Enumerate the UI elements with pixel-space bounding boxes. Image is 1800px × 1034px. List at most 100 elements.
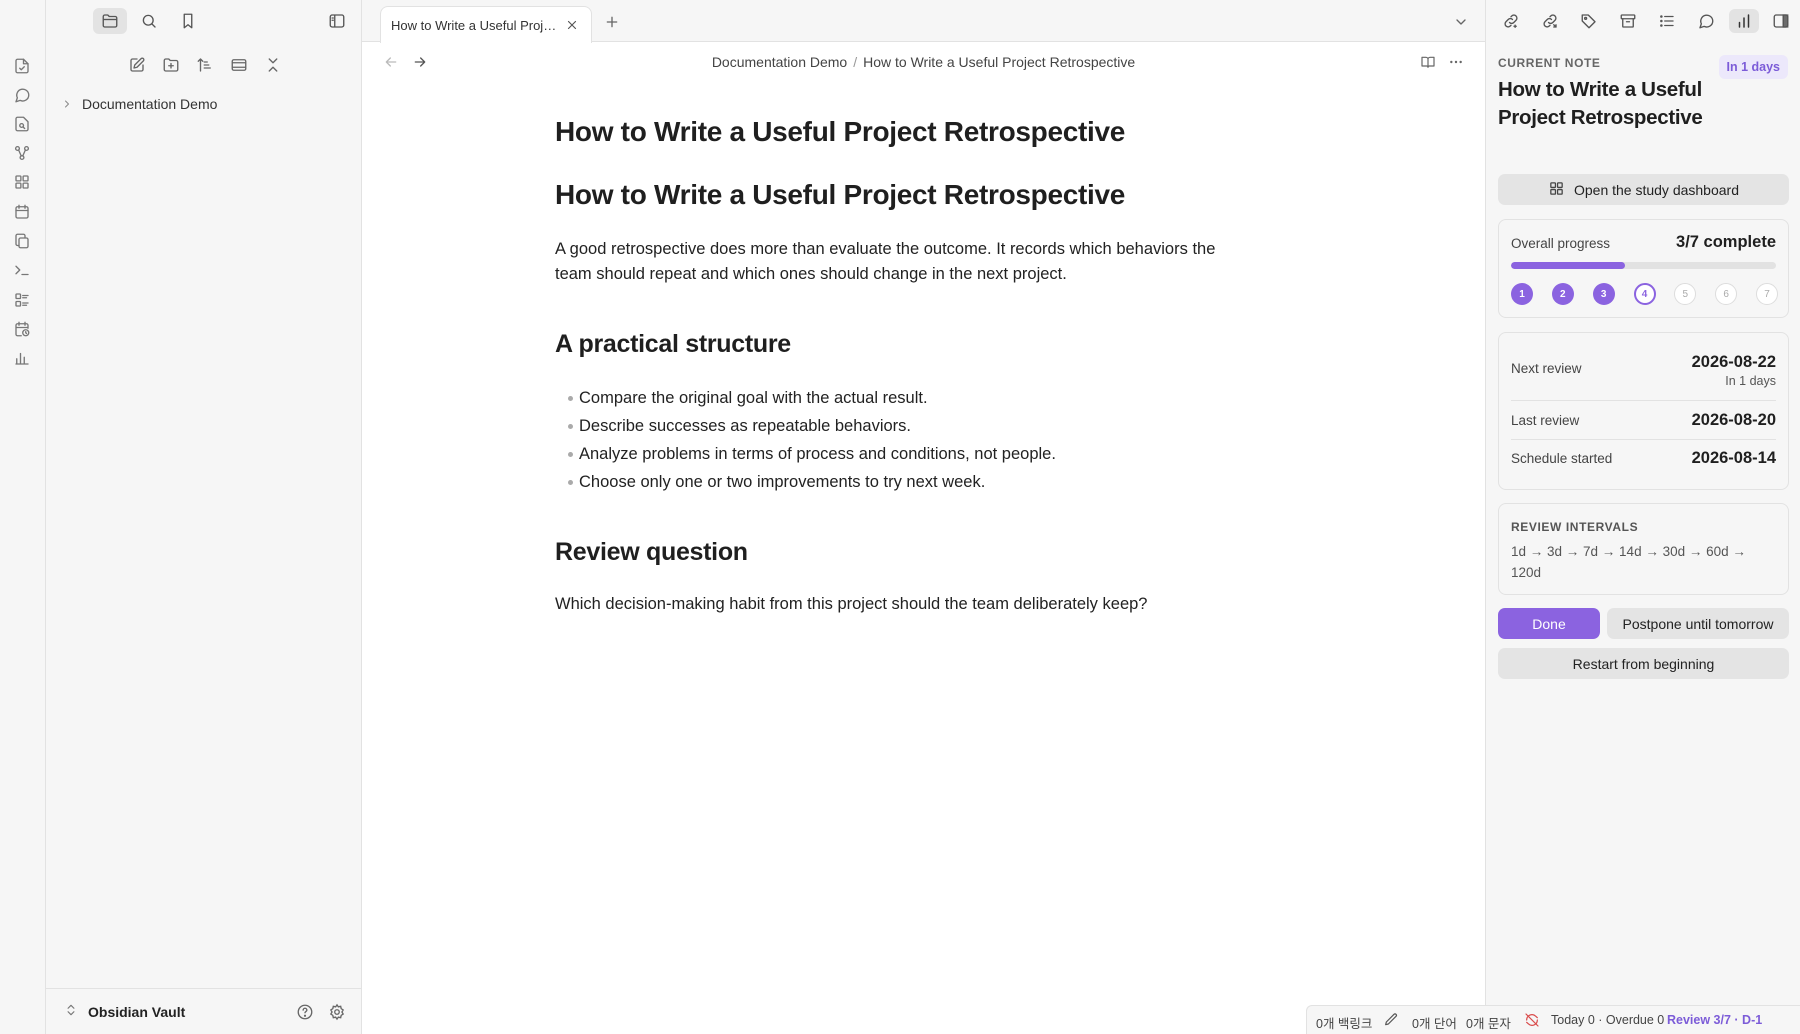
chevron-down-icon[interactable] [1451, 12, 1471, 32]
heading-review-question: Review question [555, 538, 748, 566]
right-sidebar-toggle-icon[interactable] [1766, 9, 1796, 33]
copy-icon[interactable] [12, 231, 32, 251]
graph-icon[interactable] [12, 143, 32, 163]
editor-area: How to Write a Useful Project Retrospect… [362, 0, 1485, 1034]
progress-steps: 1234567 [1511, 283, 1778, 305]
next-review-relative: In 1 days [1725, 374, 1776, 388]
vault-switcher[interactable]: Obsidian Vault [64, 1003, 185, 1020]
intro-paragraph: A good retrospective does more than eval… [555, 237, 1255, 287]
progress-label: Overall progress [1511, 236, 1611, 251]
current-note-title: How to Write a Useful Project Retrospect… [1498, 78, 1703, 129]
inline-title[interactable]: How to Write a Useful Project Retrospect… [555, 116, 1125, 148]
calendar-icon[interactable] [12, 202, 32, 222]
right-sidebar-tabs [1486, 0, 1800, 42]
last-review-date: 2026-08-20 [1691, 411, 1776, 429]
today-overdue-status: Today 0 · Overdue 0 [1551, 1013, 1665, 1027]
daily-note-icon[interactable] [12, 56, 32, 76]
list-checks-icon[interactable] [12, 290, 32, 310]
search-icon[interactable] [132, 8, 166, 34]
tags-icon[interactable] [1574, 9, 1604, 33]
archive-icon[interactable] [1613, 9, 1643, 33]
layout-grid-icon[interactable] [12, 172, 32, 192]
comment-icon[interactable] [1691, 9, 1721, 33]
vault-name: Obsidian Vault [88, 1003, 186, 1020]
restart-from-beginning-button[interactable]: Restart from beginning [1498, 648, 1789, 679]
help-icon[interactable] [294, 1001, 316, 1023]
tree-folder-label: Documentation Demo [82, 96, 218, 112]
progress-step: 3 [1592, 283, 1615, 305]
intro-line-2: team should repeat and which ones should… [555, 265, 1067, 283]
schedule-started-label: Schedule started [1511, 451, 1613, 466]
sidebar-footer: Obsidian Vault [46, 988, 361, 1034]
sort-icon[interactable] [192, 52, 218, 78]
review-stats-chart-icon[interactable] [1729, 9, 1759, 33]
new-tab-plus-icon[interactable] [602, 12, 622, 32]
progress-value: 3/7 complete [1676, 233, 1776, 251]
due-badge: In 1 days [1718, 55, 1788, 79]
dashboard-grid-icon [1548, 180, 1565, 200]
progress-step: 2 [1551, 283, 1574, 305]
status-bar: 0개 백링크 0개 단어 0개 문자 Today 0 · Overdue 0 R… [1306, 1005, 1800, 1034]
open-study-dashboard-button[interactable]: Open the study dashboard [1498, 174, 1789, 205]
tab-bar: How to Write a Useful Project Retrospect… [362, 0, 1485, 43]
edit-pencil-icon[interactable] [1383, 1012, 1399, 1028]
bar-chart-icon[interactable] [12, 348, 32, 368]
chevron-right-icon [60, 97, 74, 111]
last-review-row: Last review 2026-08-20 [1511, 411, 1776, 430]
chat-icon[interactable] [12, 85, 32, 105]
review-question-paragraph: Which decision-making habit from this pr… [555, 595, 1148, 613]
last-review-label: Last review [1511, 413, 1580, 428]
note-tab[interactable]: How to Write a Useful Project Retrospect… [380, 6, 592, 43]
reading-view-book-icon[interactable] [1418, 52, 1438, 72]
review-sidebar: CURRENT NOTE In 1 days How to Write a Us… [1485, 0, 1800, 1034]
calendar-clock-icon[interactable] [12, 319, 32, 339]
backlink-count[interactable]: 0개 백링크 [1316, 1013, 1372, 1032]
terminal-icon[interactable] [12, 260, 32, 280]
collapse-all-icon[interactable] [260, 52, 286, 78]
current-note-label: CURRENT NOTE [1498, 56, 1601, 70]
heading-practical-structure: A practical structure [555, 330, 791, 358]
breadcrumb-note[interactable]: How to Write a Useful Project Retrospect… [863, 54, 1135, 70]
ribbon [0, 0, 46, 1034]
more-options-icon[interactable] [1446, 52, 1466, 72]
list-item: Choose only one or two improvements to t… [555, 468, 1056, 496]
backlinks-icon[interactable] [1496, 9, 1526, 33]
progress-step: 4 [1633, 283, 1656, 305]
character-count: 0개 문자 [1466, 1017, 1511, 1031]
progress-step: 1 [1511, 283, 1533, 305]
next-review-date: 2026-08-22 [1691, 353, 1776, 371]
tree-folder-documentation-demo[interactable]: Documentation Demo [60, 92, 217, 116]
folder-icon[interactable] [93, 8, 127, 34]
progress-bar [1511, 262, 1776, 269]
auto-reveal-icon[interactable] [226, 52, 252, 78]
schedule-started-row: Schedule started 2026-08-14 [1511, 449, 1776, 468]
breadcrumb-folder[interactable]: Documentation Demo [712, 54, 847, 70]
new-note-icon[interactable] [124, 52, 150, 78]
postpone-button[interactable]: Postpone until tomorrow [1607, 608, 1789, 639]
breadcrumb: Documentation Demo / How to Write a Useful… [362, 54, 1485, 70]
breadcrumb-separator: / [853, 54, 858, 70]
schedule-started-date: 2026-08-14 [1691, 449, 1776, 467]
outline-list-icon[interactable] [1652, 9, 1682, 33]
progress-step: 6 [1715, 283, 1738, 305]
heading-1: How to Write a Useful Project Retrospect… [555, 179, 1126, 210]
restart-label: Restart from beginning [1572, 655, 1715, 672]
close-icon[interactable] [563, 16, 581, 34]
bookmark-icon[interactable] [171, 8, 205, 34]
outgoing-links-icon[interactable] [1535, 9, 1565, 33]
sidebar-toggle-icon[interactable] [320, 8, 354, 34]
settings-gear-icon[interactable] [326, 1001, 348, 1023]
open-study-dashboard-label: Open the study dashboard [1573, 181, 1739, 198]
new-folder-icon[interactable] [158, 52, 184, 78]
chevron-up-down-icon [64, 1003, 78, 1020]
progress-bar-fill [1511, 262, 1625, 269]
sync-error-icon[interactable] [1524, 1012, 1540, 1028]
file-search-icon[interactable] [12, 114, 32, 134]
structure-bullet-list: Compare the original goal with the actua… [555, 384, 1056, 496]
review-status[interactable]: Review 3/7 · D-1 [1667, 1013, 1762, 1027]
progress-step: 7 [1756, 283, 1778, 305]
list-item: Analyze problems in terms of process and… [555, 440, 1056, 468]
done-button[interactable]: Done [1498, 608, 1600, 639]
review-intervals-text: 1d → 3d → 7d → 14d → 30d → 60d → 120d [1511, 544, 1746, 580]
intro-line-1: A good retrospective does more than eval… [555, 240, 1216, 258]
